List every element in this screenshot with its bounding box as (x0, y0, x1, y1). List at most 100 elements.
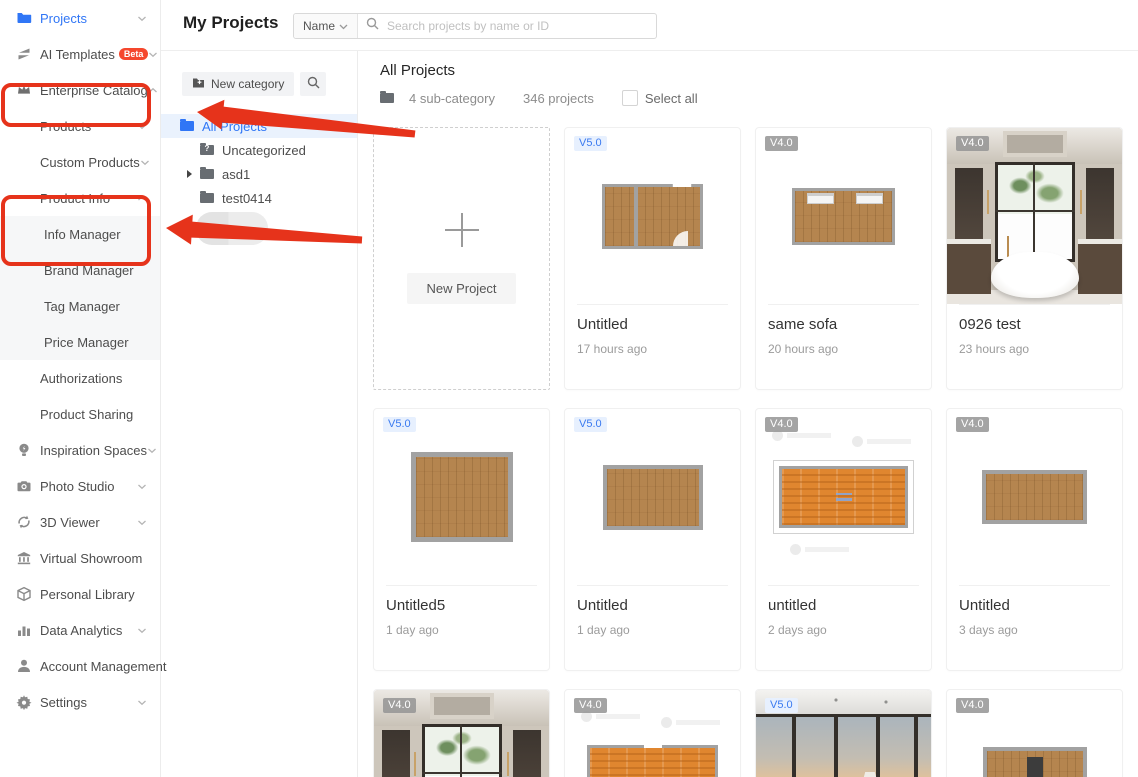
tree-item-label: Uncategorized (222, 143, 306, 158)
sidebar-item-label: Photo Studio (40, 479, 114, 494)
new-category-button[interactable]: New category (182, 72, 294, 96)
select-all-label[interactable]: Select all (645, 91, 698, 106)
sidebar-item-brand-manager[interactable]: Brand Manager (0, 252, 160, 288)
tree-item-asd1[interactable]: asd1 (160, 162, 357, 186)
card-meta: Untitled51 day ago (374, 586, 549, 648)
project-search-input[interactable] (385, 18, 648, 34)
card-meta: Untitled1 day ago (565, 586, 740, 648)
sidebar-item-personal-library[interactable]: Personal Library (0, 576, 160, 612)
version-badge: V4.0 (956, 136, 989, 151)
sidebar-item-account-management[interactable]: Account Management (0, 648, 160, 684)
sidebar-item-product-sharing[interactable]: Product Sharing (0, 396, 160, 432)
project-thumbnail (565, 409, 740, 585)
sidebar-item-tag-manager[interactable]: Tag Manager (0, 288, 160, 324)
lightbulb-icon (16, 442, 32, 458)
category-search-button[interactable] (300, 72, 326, 96)
sidebar-item-label: Tag Manager (44, 299, 120, 314)
sidebar-item-enterprise-catalog[interactable]: Enterprise Catalog (0, 72, 160, 108)
project-card[interactable]: V4.0untitled2 days ago (755, 408, 932, 671)
page-title: My Projects (183, 13, 278, 33)
sidebar-item-products[interactable]: Products (0, 108, 160, 144)
chevron-down-icon (339, 19, 348, 33)
project-card[interactable]: V4.0 (946, 689, 1123, 777)
crown-icon (16, 82, 32, 98)
new-project-button[interactable]: New Project (407, 273, 515, 304)
project-timestamp: 20 hours ago (768, 342, 919, 356)
project-card[interactable]: V5.0Untitled51 day ago (373, 408, 550, 671)
chevron-up-icon (148, 87, 158, 94)
sidebar-item-virtual-showroom[interactable]: Virtual Showroom (0, 540, 160, 576)
camera-icon (16, 478, 32, 494)
project-timestamp: 2 days ago (768, 623, 919, 637)
project-grid: New Project V5.0Untitled17 hours ago V4.0… (373, 127, 1121, 777)
new-project-tile[interactable]: New Project (373, 127, 550, 390)
project-count-label: 346 projects (523, 91, 594, 106)
project-card[interactable]: V5.0Untitled17 hours ago (564, 127, 741, 390)
version-badge: V5.0 (574, 136, 607, 151)
select-all-checkbox[interactable] (622, 90, 638, 106)
sidebar-item-ai-templates[interactable]: AI TemplatesBeta (0, 36, 160, 72)
version-badge: V4.0 (956, 417, 989, 432)
floorplan-inner-wall (634, 187, 638, 246)
chevron-down-icon (137, 15, 147, 22)
floorplan-area-label (836, 493, 852, 501)
box-icon (16, 586, 32, 602)
project-title: untitled (768, 597, 919, 614)
sidebar-item-data-analytics[interactable]: Data Analytics (0, 612, 160, 648)
plus-icon (445, 213, 479, 247)
project-card[interactable]: V5.0Untitled1 day ago (564, 408, 741, 671)
bathroom-render (947, 128, 1122, 304)
sidebar-item-info-manager[interactable]: Info Manager (0, 216, 160, 252)
chevron-down-icon (137, 627, 147, 634)
sidebar-item-product-info[interactable]: Product Info (0, 180, 160, 216)
tree-item-test0414[interactable]: test0414 (160, 186, 357, 210)
sidebar-item-authorizations[interactable]: Authorizations (0, 360, 160, 396)
project-card[interactable]: V4.0Untitled3 days ago (946, 408, 1123, 671)
sidebar-item-label: Account Management (40, 659, 166, 674)
subcategory-count: 4 sub-category (380, 91, 495, 106)
chart-icon (16, 622, 32, 638)
folder-icon (380, 93, 394, 103)
projects-content: All Projects 4 sub-category 346 projects… (357, 50, 1138, 777)
ai-templates-icon (16, 46, 32, 62)
category-actions: New category (182, 72, 326, 96)
sidebar-item-label: Info Manager (44, 227, 121, 242)
sidebar-item-settings[interactable]: Settings (0, 684, 160, 720)
project-card[interactable]: V4.00926 test23 hours ago (946, 127, 1123, 390)
caret-right-icon[interactable] (187, 170, 192, 178)
project-timestamp: 17 hours ago (577, 342, 728, 356)
sidebar-item-label: Projects (40, 11, 87, 26)
sidebar-item-label: Enterprise Catalog (40, 83, 148, 98)
sidebar-item-label: Custom Products (40, 155, 140, 170)
tree-item-all-projects[interactable]: All Projects (160, 114, 357, 138)
sidebar-item-custom-products[interactable]: Custom Products (0, 144, 160, 180)
sidebar-item-price-manager[interactable]: Price Manager (0, 324, 160, 360)
category-panel: New category All Projects Uncategorized as… (160, 50, 358, 777)
sidebar-item-label: Product Sharing (40, 407, 133, 422)
chevron-down-icon (137, 483, 147, 490)
folder-icon (16, 10, 32, 26)
chevron-down-icon (147, 447, 157, 454)
project-title: 0926 test (959, 316, 1110, 333)
search-field-selector[interactable]: Name (294, 14, 358, 38)
project-card[interactable]: V4.0 (564, 689, 741, 777)
project-card[interactable]: V4.0same sofa20 hours ago (755, 127, 932, 390)
floorplan-tv (1027, 757, 1043, 777)
floorplan-image (603, 465, 703, 530)
project-title: same sofa (768, 316, 919, 333)
sidebar-item-photo-studio[interactable]: Photo Studio (0, 468, 160, 504)
tree-item-uncategorized[interactable]: Uncategorized (160, 138, 357, 162)
gear-icon (16, 694, 32, 710)
sidebar-item-inspiration-spaces[interactable]: Inspiration Spaces (0, 432, 160, 468)
project-thumbnail (756, 409, 931, 585)
project-thumbnail (374, 409, 549, 585)
project-card[interactable]: V4.0 (373, 689, 550, 777)
sidebar-item-3d-viewer[interactable]: 3D Viewer (0, 504, 160, 540)
folder-dark-icon (200, 193, 214, 203)
sidebar-item-label: Personal Library (40, 587, 135, 602)
user-icon (16, 658, 32, 674)
sidebar-item-label: AI Templates (40, 47, 115, 62)
project-card[interactable]: V5.0 (755, 689, 932, 777)
sidebar-item-projects[interactable]: Projects (0, 0, 160, 36)
version-badge: V4.0 (574, 698, 607, 713)
